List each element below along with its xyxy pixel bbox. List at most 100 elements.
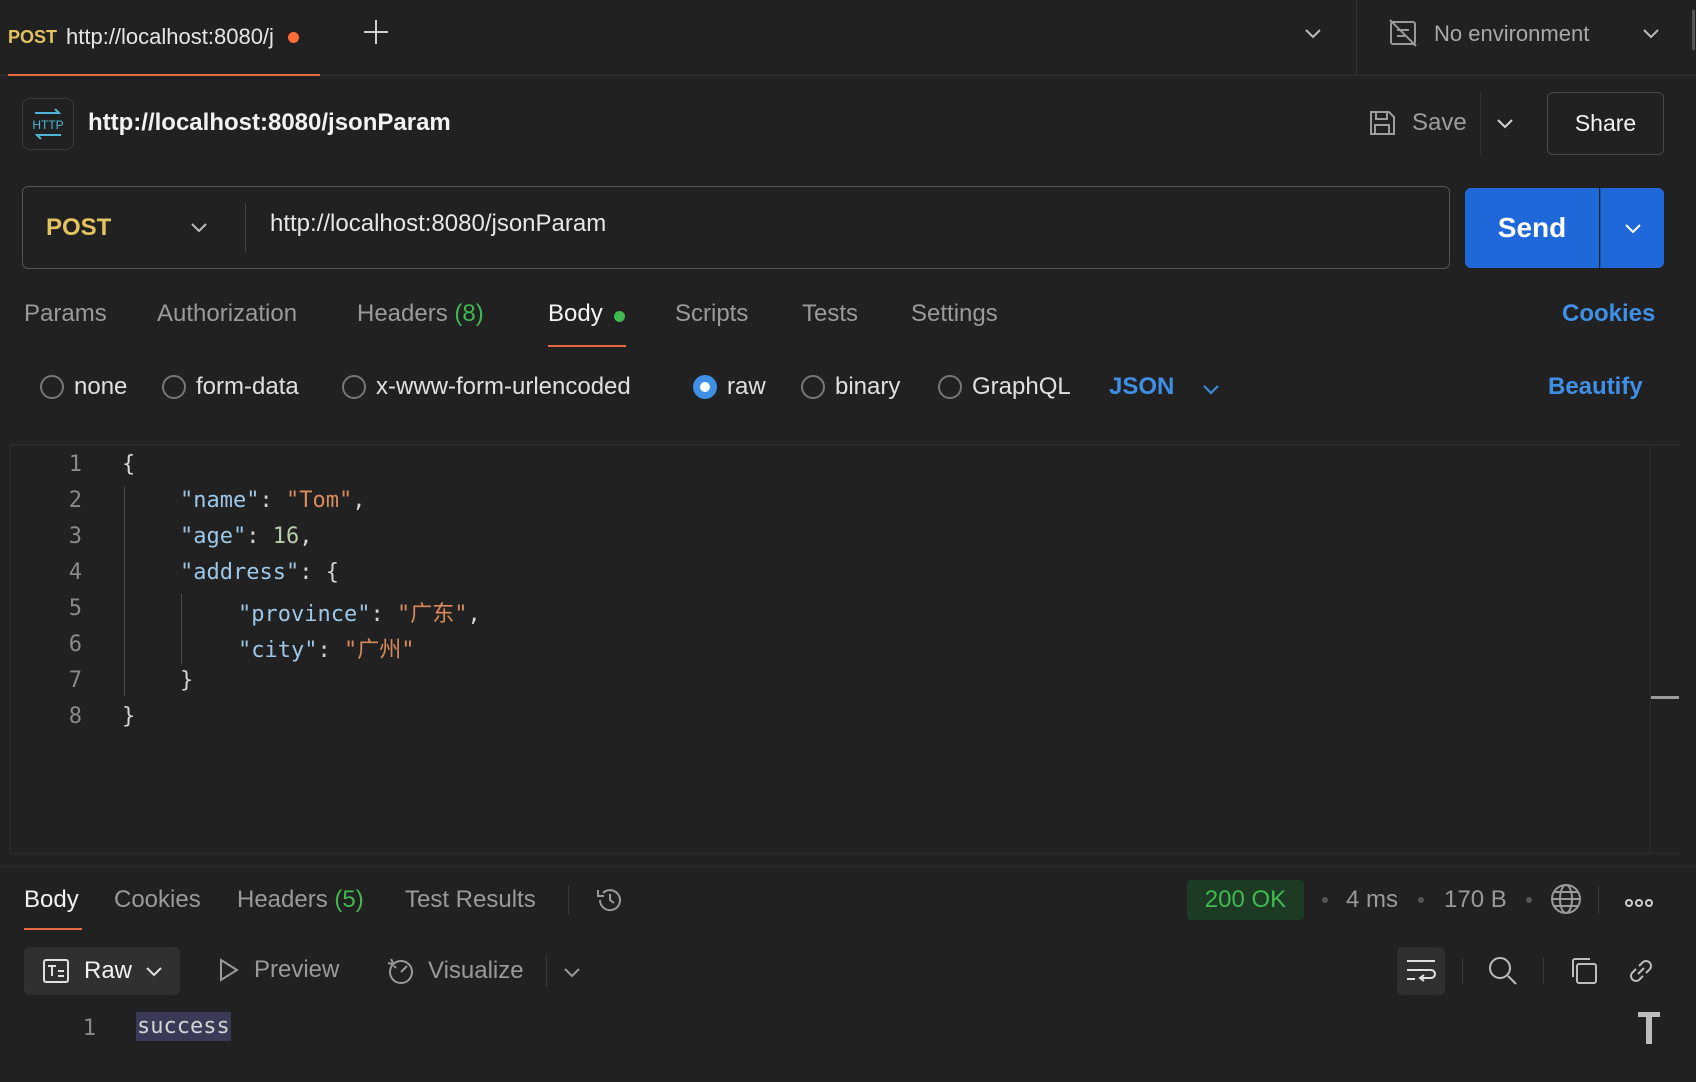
new-tab-plus-icon[interactable]: [360, 16, 392, 48]
radio-none[interactable]: [40, 375, 64, 399]
radio-binary[interactable]: [801, 375, 825, 399]
radio-binary-label[interactable]: binary: [835, 373, 900, 401]
send-options-chevron-down-icon[interactable]: [1600, 188, 1664, 268]
save-button[interactable]: Save: [1412, 109, 1467, 137]
radio-form-data[interactable]: [162, 375, 186, 399]
method-value: POST: [46, 213, 112, 241]
tab-settings[interactable]: Settings: [911, 300, 998, 328]
line-number: 4: [68, 560, 82, 585]
line-number: 1: [68, 452, 82, 477]
radio-urlencoded[interactable]: [342, 375, 366, 399]
body-modified-dot-icon: [614, 311, 625, 322]
headers-count: (8): [454, 300, 484, 327]
tab-params[interactable]: Params: [24, 300, 107, 328]
radio-graphql-label[interactable]: GraphQL: [972, 373, 1071, 401]
play-icon: [218, 958, 240, 982]
tab-tests[interactable]: Tests: [802, 300, 858, 328]
response-tab-test-results[interactable]: Test Results: [405, 886, 536, 914]
editor-scrollbar[interactable]: [1651, 696, 1679, 699]
wrap-lines-button[interactable]: [1397, 947, 1445, 995]
save-options-chevron-down-icon[interactable]: [1494, 112, 1516, 134]
tab-body[interactable]: Body: [548, 300, 603, 328]
beautify-button[interactable]: Beautify: [1548, 373, 1643, 401]
code-line: "age": 16,: [180, 524, 313, 549]
line-number: 6: [68, 632, 82, 657]
code-line: "address": {: [180, 560, 339, 585]
no-environment-icon: [1388, 18, 1418, 48]
environment-selector[interactable]: No environment: [1434, 21, 1589, 47]
divider: [1480, 92, 1481, 154]
code-line: "province": "广东",: [238, 602, 481, 627]
request-tab-method: POST: [8, 26, 58, 47]
tab-scripts[interactable]: Scripts: [675, 300, 748, 328]
save-icon[interactable]: [1367, 108, 1397, 138]
tab-headers-label: Headers: [357, 300, 448, 327]
visualize-chevron-down-icon[interactable]: [562, 962, 582, 982]
visualize-label: Visualize: [428, 957, 524, 984]
text-cursor-icon: [1636, 1010, 1662, 1046]
line-number: 3: [68, 524, 82, 549]
divider: [0, 866, 1696, 867]
separator-dot: [1322, 897, 1328, 903]
divider: [1543, 958, 1544, 984]
visualize-button[interactable]: Visualize: [386, 956, 524, 986]
environment-chevron-down-icon[interactable]: [1640, 22, 1662, 44]
radio-raw[interactable]: [693, 375, 717, 399]
method-select[interactable]: POST: [24, 188, 244, 267]
indent-guide: [181, 594, 182, 664]
request-name[interactable]: http://localhost:8080/jsonParam: [88, 109, 451, 137]
visualize-icon: [386, 956, 416, 986]
response-size[interactable]: 170 B: [1444, 886, 1507, 914]
response-tab-headers[interactable]: Headers (5): [237, 886, 364, 914]
send-button[interactable]: Send: [1465, 188, 1599, 268]
response-body-content[interactable]: success: [136, 1012, 231, 1041]
active-tab-indicator: [24, 928, 82, 930]
preview-button[interactable]: Preview: [218, 956, 339, 984]
radio-raw-label[interactable]: raw: [727, 373, 766, 401]
more-options-icon[interactable]: [1624, 897, 1654, 909]
view-mode-label: Raw: [84, 957, 133, 984]
request-tab-title: http://localhost:8080/j: [66, 24, 274, 49]
line-number: 2: [68, 488, 82, 513]
indent-guide: [124, 486, 125, 696]
copy-icon[interactable]: [1568, 955, 1600, 987]
search-icon[interactable]: [1487, 955, 1519, 987]
format-select[interactable]: JSON: [1109, 373, 1174, 401]
globe-icon[interactable]: [1549, 882, 1583, 916]
http-request-icon: HTTP: [22, 98, 74, 150]
divider: [245, 203, 246, 252]
history-icon[interactable]: [594, 884, 626, 916]
radio-graphql[interactable]: [938, 375, 962, 399]
method-chevron-down-icon[interactable]: [188, 216, 210, 238]
code-line: }: [180, 668, 194, 693]
response-tab-headers-label: Headers: [237, 886, 328, 913]
view-mode-chevron-down-icon: [144, 961, 164, 981]
format-chevron-down-icon[interactable]: [1200, 378, 1222, 400]
divider: [1462, 958, 1463, 984]
radio-form-data-label[interactable]: form-data: [196, 373, 299, 401]
code-line: {: [122, 452, 136, 477]
tab-authorization[interactable]: Authorization: [157, 300, 297, 328]
line-number: 7: [68, 668, 82, 693]
divider: [1356, 0, 1357, 76]
line-number: 5: [68, 596, 82, 621]
cookies-link[interactable]: Cookies: [1562, 300, 1655, 328]
view-mode-select[interactable]: Raw: [24, 947, 180, 995]
code-line: }: [122, 704, 136, 729]
window-edge: [1692, 10, 1695, 50]
response-tab-cookies[interactable]: Cookies: [114, 886, 201, 914]
share-button[interactable]: Share: [1547, 92, 1664, 155]
link-icon[interactable]: [1625, 955, 1657, 987]
response-tab-body[interactable]: Body: [24, 886, 79, 914]
separator-dot: [1418, 897, 1424, 903]
request-tab[interactable]: POST http://localhost:8080/j: [8, 0, 320, 76]
radio-urlencoded-label[interactable]: x-www-form-urlencoded: [376, 373, 631, 401]
radio-none-label[interactable]: none: [74, 373, 127, 401]
response-time[interactable]: 4 ms: [1346, 886, 1398, 914]
status-badge[interactable]: 200 OK: [1187, 880, 1304, 920]
divider: [1598, 886, 1599, 914]
tabs-chevron-down-icon[interactable]: [1302, 22, 1324, 44]
url-input[interactable]: [270, 210, 1420, 238]
response-line-number: 1: [82, 1016, 96, 1041]
tab-headers[interactable]: Headers (8): [357, 300, 484, 328]
